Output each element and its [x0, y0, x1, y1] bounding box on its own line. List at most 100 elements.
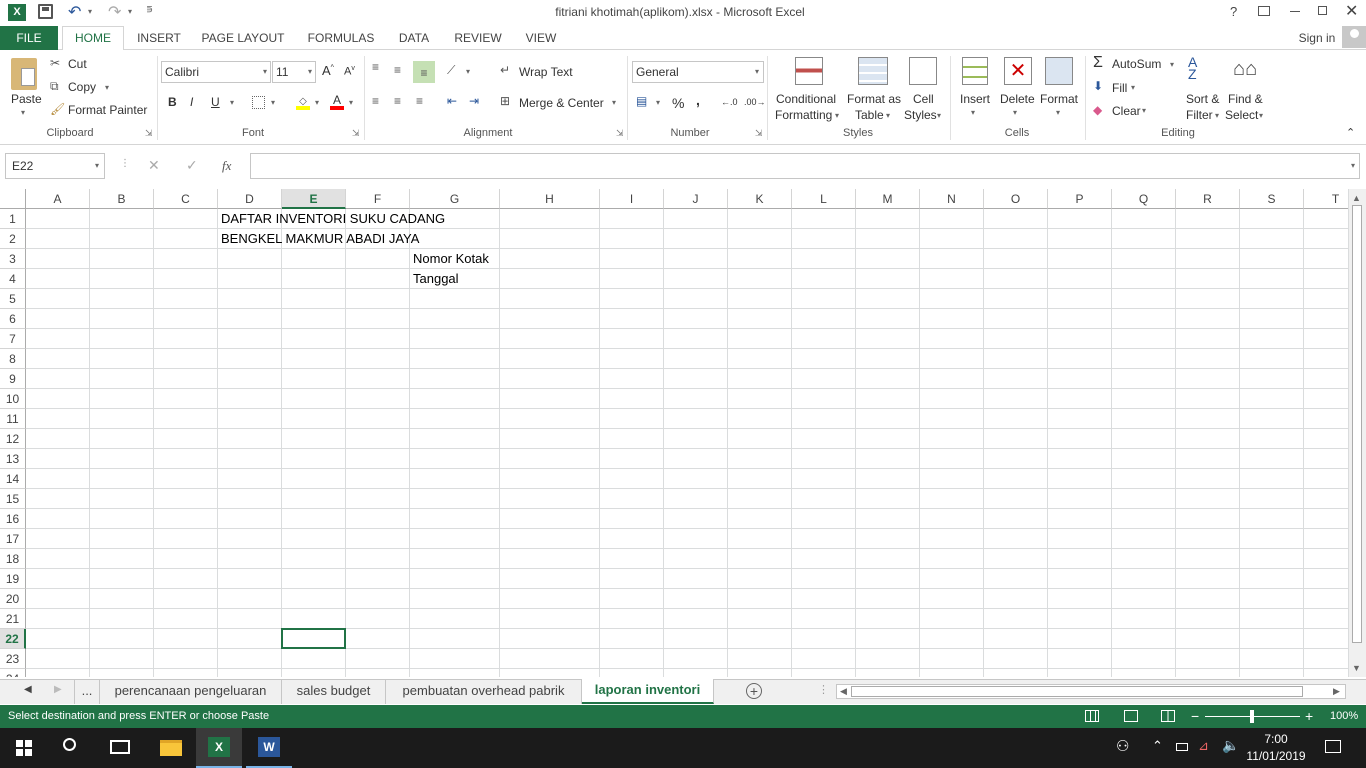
redo-dropdown-icon[interactable]: ▾: [128, 7, 132, 16]
zoom-out-icon[interactable]: −: [1191, 705, 1199, 728]
scroll-left-icon[interactable]: ◀: [840, 686, 847, 697]
format-as-table-button[interactable]: Format as: [847, 92, 901, 106]
decrease-indent-icon[interactable]: ⇤: [447, 94, 457, 108]
battery-icon[interactable]: [1176, 743, 1188, 751]
format-painter-button[interactable]: Format Painter: [68, 103, 147, 117]
column-header-m[interactable]: M: [856, 189, 920, 209]
zoom-in-icon[interactable]: +: [1305, 705, 1313, 728]
increase-font-icon[interactable]: A^: [322, 63, 334, 78]
column-header-e[interactable]: E: [282, 189, 346, 209]
collapse-ribbon-icon[interactable]: ⌃: [1346, 126, 1355, 139]
clock-date[interactable]: 11/01/2019: [1244, 749, 1308, 763]
row-header-21[interactable]: 21: [0, 609, 26, 629]
undo-dropdown-icon[interactable]: ▾: [88, 7, 92, 16]
row-header-14[interactable]: 14: [0, 469, 26, 489]
tab-home[interactable]: HOME: [62, 26, 124, 51]
scissors-icon[interactable]: ✂: [50, 56, 60, 70]
row-header-5[interactable]: 5: [0, 289, 26, 309]
column-header-g[interactable]: G: [410, 189, 500, 209]
column-header-a[interactable]: A: [26, 189, 90, 209]
enter-icon[interactable]: ✓: [186, 157, 198, 174]
show-hidden-icons-icon[interactable]: ⌃: [1152, 738, 1163, 754]
row-header-18[interactable]: 18: [0, 549, 26, 569]
page-layout-view-icon[interactable]: [1124, 710, 1138, 722]
cell-g4[interactable]: Tanggal: [413, 269, 459, 289]
align-right-icon[interactable]: ≡: [416, 94, 423, 108]
cancel-icon[interactable]: ✕: [148, 157, 160, 174]
row-header-10[interactable]: 10: [0, 389, 26, 409]
column-header-h[interactable]: H: [500, 189, 600, 209]
row-header-15[interactable]: 15: [0, 489, 26, 509]
sheet-tab-perencanaan[interactable]: perencanaan pengeluaran: [100, 680, 282, 704]
restore-icon[interactable]: [1318, 6, 1327, 15]
redo-icon[interactable]: ↷: [108, 2, 121, 22]
conditional-formatting-label[interactable]: Formatting: [775, 108, 832, 122]
align-bottom-icon[interactable]: ≡: [413, 61, 435, 83]
row-header-9[interactable]: 9: [0, 369, 26, 389]
font-color-dropdown-icon[interactable]: ▾: [349, 98, 353, 107]
delete-cells-button[interactable]: Delete: [1000, 92, 1035, 106]
fill-color-icon[interactable]: ◇: [296, 96, 310, 110]
currency-icon[interactable]: ▤: [636, 94, 647, 108]
merge-center-dropdown-icon[interactable]: ▾: [612, 98, 616, 107]
select-all-corner[interactable]: [0, 189, 26, 209]
copy-dropdown-icon[interactable]: ▾: [105, 83, 109, 92]
format-painter-icon[interactable]: 🖌: [50, 102, 65, 116]
file-explorer-icon[interactable]: [160, 740, 182, 756]
number-format-dropdown-icon[interactable]: ▾: [755, 62, 759, 82]
tab-page-layout[interactable]: PAGE LAYOUT: [200, 26, 286, 50]
horizontal-scroll-thumb[interactable]: [851, 686, 1303, 697]
align-center-icon[interactable]: ≡: [394, 94, 401, 108]
zoom-level[interactable]: 100%: [1330, 705, 1358, 728]
autosum-dropdown-icon[interactable]: ▾: [1170, 60, 1174, 69]
scroll-up-icon[interactable]: ▲: [1352, 193, 1361, 203]
row-header-6[interactable]: 6: [0, 309, 26, 329]
bold-button[interactable]: B: [168, 95, 177, 109]
copy-icon[interactable]: ⧉: [50, 79, 59, 94]
row-header-1[interactable]: 1: [0, 209, 26, 229]
currency-dropdown-icon[interactable]: ▾: [656, 98, 660, 107]
paste-button[interactable]: Paste: [11, 92, 42, 106]
vertical-scrollbar[interactable]: ▲ ▼: [1348, 189, 1366, 677]
alignment-launcher-icon[interactable]: ⇲: [616, 128, 624, 139]
column-header-j[interactable]: J: [664, 189, 728, 209]
find-select-button[interactable]: Find &: [1228, 92, 1263, 106]
increase-indent-icon[interactable]: ⇥: [469, 94, 479, 108]
cell-styles-dropdown-icon[interactable]: ▾: [937, 111, 941, 120]
merge-center-icon[interactable]: ⊞: [500, 94, 510, 108]
fill-color-dropdown-icon[interactable]: ▾: [315, 98, 319, 107]
format-cells-dropdown-icon[interactable]: ▾: [1056, 108, 1060, 117]
clock-time[interactable]: 7:00: [1248, 732, 1304, 746]
prev-sheet-icon[interactable]: ◀: [24, 684, 32, 695]
row-header-11[interactable]: 11: [0, 409, 26, 429]
font-size-dropdown-icon[interactable]: ▾: [308, 62, 312, 82]
undo-icon[interactable]: ↶: [68, 2, 81, 22]
task-view-icon[interactable]: [110, 740, 130, 754]
tab-split-grip-icon[interactable]: ⋮: [818, 683, 829, 696]
taskbar-word-icon[interactable]: W: [246, 728, 292, 768]
align-middle-icon[interactable]: ≡: [394, 63, 401, 77]
cell-d1[interactable]: DAFTAR INVENTORI SUKU CADANG: [221, 209, 445, 229]
zoom-slider-thumb[interactable]: [1250, 710, 1254, 723]
tab-formulas[interactable]: FORMULAS: [306, 26, 376, 50]
number-format-select[interactable]: General ▾: [632, 61, 764, 83]
sheet-tab-sales-budget[interactable]: sales budget: [282, 680, 386, 704]
tab-data[interactable]: DATA: [396, 26, 432, 50]
align-top-icon[interactable]: ≡: [372, 60, 379, 74]
delete-cells-dropdown-icon[interactable]: ▾: [1013, 108, 1017, 117]
font-launcher-icon[interactable]: ⇲: [352, 128, 360, 139]
next-sheet-icon[interactable]: ▶: [54, 684, 62, 695]
conditional-formatting-button[interactable]: Conditional: [776, 92, 836, 106]
cell-g3[interactable]: Nomor Kotak: [413, 249, 489, 269]
column-header-p[interactable]: P: [1048, 189, 1112, 209]
name-box[interactable]: E22 ▾: [5, 153, 105, 179]
people-icon[interactable]: ⚇: [1116, 737, 1129, 755]
increase-decimal-icon[interactable]: ←.0: [721, 97, 738, 107]
row-header-20[interactable]: 20: [0, 589, 26, 609]
close-icon[interactable]: ✕: [1345, 1, 1358, 21]
font-size-select[interactable]: 11 ▾: [272, 61, 316, 83]
row-header-22[interactable]: 22: [0, 629, 26, 649]
eraser-icon[interactable]: ◆: [1093, 103, 1102, 117]
format-as-table-icon[interactable]: [858, 57, 888, 85]
column-header-t[interactable]: T: [1304, 189, 1348, 209]
